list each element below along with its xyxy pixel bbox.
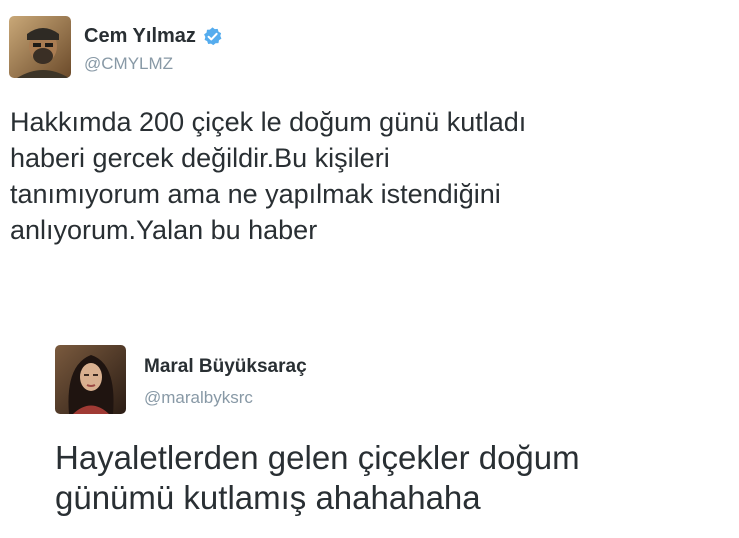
handle[interactable]: @maralbyksrc: [144, 388, 253, 408]
tweet-text-line: Hayaletlerden gelen çiçekler doğum: [55, 439, 580, 476]
tweet-text: Hakkımda 200 çiçek le doğum günü kutladı…: [10, 104, 526, 248]
avatar-photo-icon: [9, 16, 71, 78]
tweet-text-line: anlıyorum.Yalan bu haber: [10, 215, 318, 245]
tweet-text-line: günümü kutlamış ahahahaha: [55, 479, 481, 516]
tweet-maral: Maral Büyüksaraç @maralbyksrc Hayaletler…: [0, 330, 739, 538]
tweet-text-line: Hakkımda 200 çiçek le doğum günü kutladı: [10, 107, 527, 137]
display-name[interactable]: Maral Büyüksaraç: [144, 356, 307, 378]
author-row: Cem Yılmaz: [84, 25, 223, 48]
display-name[interactable]: Cem Yılmaz: [84, 25, 196, 48]
avatar[interactable]: [55, 345, 126, 414]
verified-badge-icon: [202, 26, 223, 47]
tweet-text-line: haberi gercek değildir.Bu kişileri: [10, 143, 390, 173]
author-row: Maral Büyüksaraç: [144, 356, 307, 378]
tweet-cem: Cem Yılmaz @CMYLMZ Hakkımda 200 çiçek le…: [0, 0, 739, 300]
avatar[interactable]: [9, 16, 71, 78]
handle[interactable]: @CMYLMZ: [84, 54, 173, 74]
avatar-photo-icon: [55, 345, 126, 414]
tweet-text-line: tanımıyorum ama ne yapılmak istendiğini: [10, 179, 501, 209]
tweet-text: Hayaletlerden gelen çiçekler doğum günüm…: [55, 438, 580, 518]
